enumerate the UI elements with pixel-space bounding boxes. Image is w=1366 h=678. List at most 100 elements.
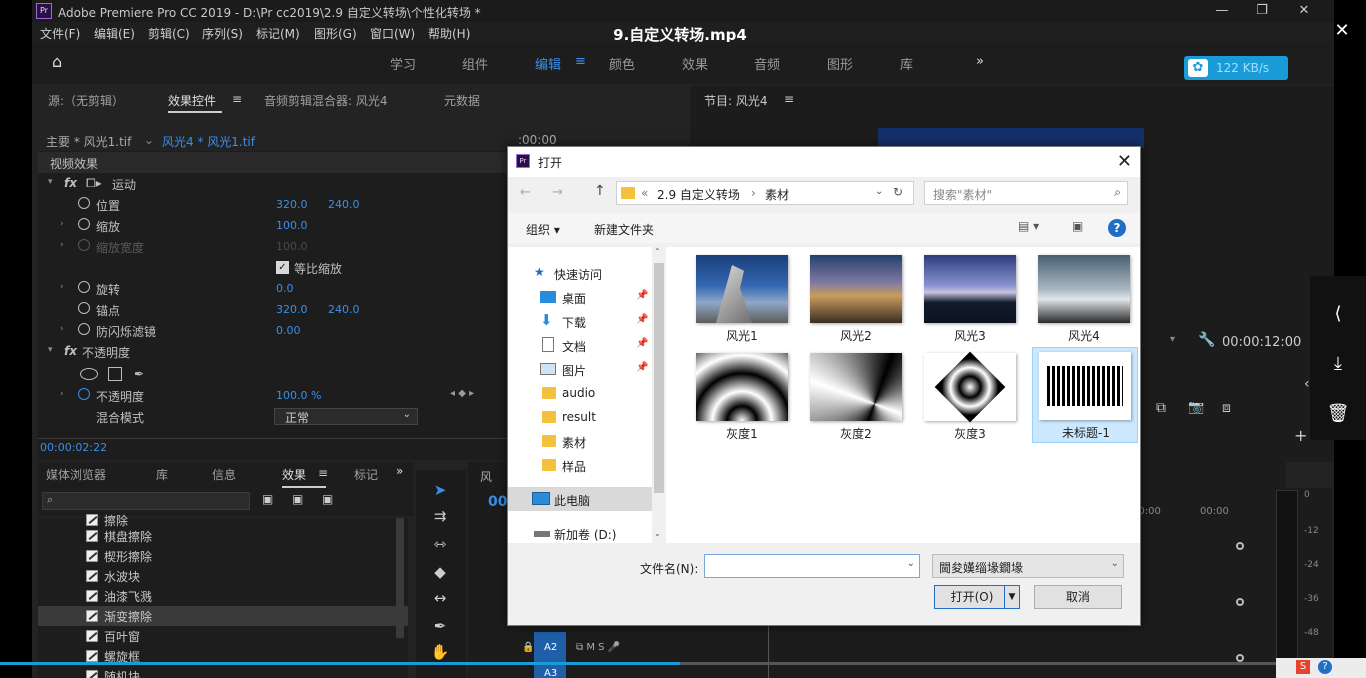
- nav-quick-access[interactable]: ★ 快速访问: [508, 261, 652, 285]
- video-progress-played[interactable]: [0, 662, 680, 665]
- cancel-button[interactable]: 取消: [1034, 585, 1122, 609]
- list-item[interactable]: 百叶窗: [38, 626, 408, 646]
- ws-assembly[interactable]: 组件: [462, 54, 488, 73]
- file-item[interactable]: 风光4: [1034, 251, 1134, 345]
- file-item[interactable]: 风光2: [806, 251, 906, 345]
- collapse-arrow-icon[interactable]: ‹: [1304, 376, 1310, 392]
- track-a2[interactable]: A2: [544, 642, 557, 653]
- file-item-selected[interactable]: 未标题-1: [1032, 347, 1138, 443]
- nav-scrollbar[interactable]: ⌃ ⌄: [652, 247, 666, 543]
- track-a3[interactable]: A3: [544, 668, 557, 678]
- more-tabs-icon[interactable]: »: [396, 464, 403, 478]
- scrollbar[interactable]: [396, 518, 404, 638]
- tab-info[interactable]: 信息: [212, 466, 236, 483]
- list-item[interactable]: 油漆飞溅: [38, 586, 408, 606]
- stopwatch-icon[interactable]: [78, 197, 90, 209]
- list-item[interactable]: 棋盘擦除: [38, 526, 408, 546]
- new-folder-button[interactable]: 新建文件夹: [594, 221, 654, 238]
- hand-icon[interactable]: ✋: [426, 640, 454, 664]
- nav-pictures[interactable]: 图片 📌: [508, 357, 652, 381]
- stopwatch-icon[interactable]: [78, 218, 90, 230]
- list-item[interactable]: 水波块: [38, 566, 408, 586]
- lock-icon[interactable]: 🔒: [522, 642, 534, 653]
- preview-pane-icon[interactable]: ▣: [1072, 219, 1083, 233]
- nav-desktop[interactable]: 桌面 📌: [508, 285, 652, 309]
- ws-color[interactable]: 颜色: [609, 54, 635, 73]
- maximize-icon[interactable]: ❐: [1252, 2, 1272, 20]
- uniform-scale-checkbox[interactable]: ✓: [276, 261, 289, 274]
- add-button-icon[interactable]: +: [1294, 426, 1307, 445]
- list-item-selected[interactable]: 渐变擦除: [38, 606, 408, 626]
- sequence-clip-label[interactable]: 风光4 * 风光1.tif: [162, 133, 255, 150]
- trash-icon[interactable]: 🗑: [1324, 400, 1352, 428]
- file-item[interactable]: 灰度3: [920, 349, 1020, 443]
- nav-drive-d[interactable]: 新加卷 (D:): [508, 521, 652, 545]
- help-icon[interactable]: ?: [1318, 660, 1332, 674]
- nav-this-pc[interactable]: 此电脑: [508, 487, 652, 511]
- tab-audio-mixer[interactable]: 音频剪辑混合器: 风光4: [264, 92, 388, 109]
- rect-mask-icon[interactable]: [108, 367, 122, 381]
- keyframe-nav-icon[interactable]: ◂ ◆ ▸: [450, 388, 474, 399]
- ime-icon[interactable]: S: [1296, 660, 1310, 674]
- ws-audio[interactable]: 音频: [754, 54, 780, 73]
- menu-help[interactable]: 帮助(H): [428, 25, 470, 42]
- master-clip-label[interactable]: 主要 * 风光1.tif: [46, 133, 131, 150]
- selection-tool-icon[interactable]: ➤: [426, 478, 454, 502]
- tab-menu-icon[interactable]: ≡: [232, 92, 242, 106]
- tab-effects[interactable]: 效果: [282, 466, 306, 483]
- menu-graphics[interactable]: 图形(G): [314, 25, 357, 42]
- menu-edit[interactable]: 编辑(E): [94, 25, 135, 42]
- yuv-icon[interactable]: ▣: [322, 492, 333, 506]
- close-icon[interactable]: ✕: [1294, 2, 1314, 20]
- nav-documents[interactable]: 文档 📌: [508, 333, 652, 357]
- tab-markers[interactable]: 标记: [354, 466, 378, 483]
- nav-folder-sucai[interactable]: 素材: [508, 429, 652, 453]
- nav-folder-audio[interactable]: audio: [508, 381, 652, 405]
- ws-libraries[interactable]: 库: [900, 54, 913, 73]
- anchor-y[interactable]: 240.0: [328, 303, 360, 316]
- forward-icon[interactable]: →: [552, 185, 563, 200]
- menu-file[interactable]: 文件(F): [40, 25, 80, 42]
- tab-menu-icon[interactable]: ≡: [318, 466, 328, 480]
- ws-learn[interactable]: 学习: [390, 54, 416, 73]
- close-icon[interactable]: ✕: [1117, 151, 1132, 172]
- nav-downloads[interactable]: ⬇ 下载 📌: [508, 309, 652, 333]
- position-x[interactable]: 320.0: [276, 198, 308, 211]
- rotation-value[interactable]: 0.0: [276, 282, 294, 295]
- download-icon[interactable]: ⤓: [1324, 350, 1352, 378]
- ws-effects[interactable]: 效果: [682, 54, 708, 73]
- video-progress-remaining[interactable]: [680, 662, 1366, 665]
- player-close-icon[interactable]: ✕: [1332, 20, 1352, 41]
- organize-button[interactable]: 组织 ▾: [526, 221, 560, 238]
- tab-source[interactable]: 源:（无剪辑）: [48, 92, 124, 109]
- opacity-value[interactable]: 100.0 %: [276, 389, 321, 402]
- breadcrumb-parent[interactable]: 2.9 自定义转场: [657, 186, 740, 203]
- ws-more-icon[interactable]: »: [976, 54, 984, 69]
- stopwatch-icon[interactable]: [78, 281, 90, 293]
- share-icon[interactable]: ⟨: [1324, 300, 1352, 328]
- insert-icon[interactable]: ⧉: [1156, 400, 1166, 416]
- open-dropdown-icon[interactable]: ▼: [1004, 585, 1020, 609]
- anchor-x[interactable]: 320.0: [276, 303, 308, 316]
- filetype-select[interactable]: 閫夋嫨缁堟鐗堟 ⌄: [932, 554, 1124, 578]
- list-item[interactable]: 随机块: [38, 666, 408, 678]
- tab-effect-controls[interactable]: 效果控件: [168, 92, 216, 109]
- accelerated-icon[interactable]: ▣: [262, 492, 273, 506]
- address-bar[interactable]: « 2.9 自定义转场 › 素材 ⌄ ↻: [616, 181, 914, 205]
- stopwatch-icon[interactable]: [78, 302, 90, 314]
- ws-graphics[interactable]: 图形: [827, 54, 853, 73]
- file-item[interactable]: 灰度2: [806, 349, 906, 443]
- breadcrumb-current[interactable]: 素材: [765, 186, 789, 203]
- compare-icon[interactable]: ⧈: [1222, 400, 1231, 416]
- list-item[interactable]: 楔形擦除: [38, 546, 408, 566]
- position-y[interactable]: 240.0: [328, 198, 360, 211]
- menu-clip[interactable]: 剪辑(C): [148, 25, 190, 42]
- help-icon[interactable]: ?: [1108, 219, 1126, 237]
- slip-icon[interactable]: ↔: [426, 586, 454, 610]
- tab-media-browser[interactable]: 媒体浏览器: [46, 466, 106, 483]
- wrench-icon[interactable]: 🔧: [1198, 332, 1215, 348]
- menu-markers[interactable]: 标记(M): [256, 25, 300, 42]
- scale-value[interactable]: 100.0: [276, 219, 308, 232]
- flicker-value[interactable]: 0.00: [276, 324, 301, 337]
- nav-folder-samples[interactable]: 样品: [508, 453, 652, 477]
